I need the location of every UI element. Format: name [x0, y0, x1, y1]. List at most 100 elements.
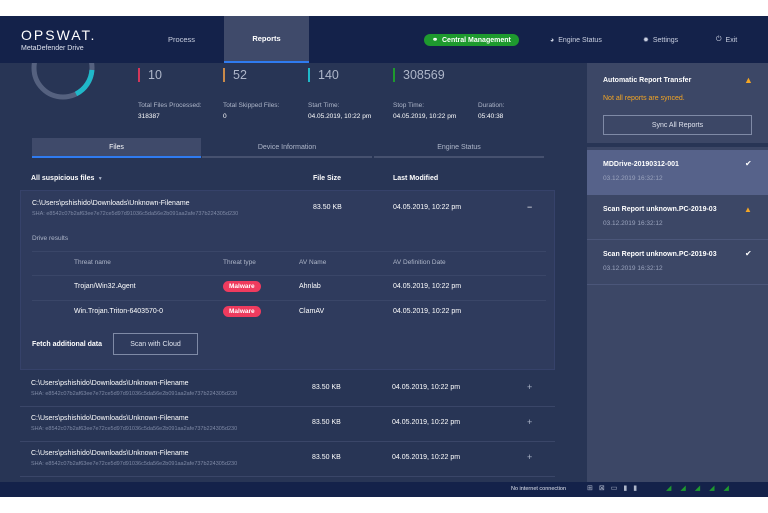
file-modified: 04.05.2019, 10:22 pm: [392, 384, 461, 391]
file-size: 83.50 KB: [312, 454, 341, 461]
report-sidebar: Automatic Report Transfer ▲ Not all repo…: [587, 63, 768, 482]
av-date: 04.05.2019, 10:22 pm: [393, 283, 462, 290]
settings-label: Settings: [652, 36, 679, 44]
divider: [32, 275, 546, 276]
tab-files[interactable]: Files: [32, 138, 201, 158]
stat-count-green: 308569: [393, 68, 445, 82]
report-item[interactable]: Scan Report unknown.PC-2019-03 03.12.201…: [587, 240, 768, 285]
device-status-icons: ⊞⊠▭▮▮: [587, 485, 644, 492]
report-date: 03.12.2019 16:32:12: [603, 220, 663, 227]
gauge-icon: ◕: [550, 36, 555, 44]
engine-status-button[interactable]: ◕ Engine Status: [550, 34, 602, 46]
warning-icon: ▲: [744, 75, 753, 85]
column-last-modified[interactable]: Last Modified: [393, 175, 438, 182]
file-row[interactable]: C:\Users\pshishido\Downloads\Unknown-Fil…: [20, 372, 555, 407]
stat-count-orange: 52: [223, 68, 247, 82]
threat-name: Trojan/Win32.Agent: [74, 283, 136, 290]
file-sha: SHA: e8542c07b2af63ee7e72ce5d97d91036c5d…: [31, 461, 238, 467]
report-name: MDDrive-20190312-001: [603, 161, 679, 168]
skipped-label: Total Skipped Files:: [223, 102, 280, 109]
connection-status: No internet connection: [511, 486, 567, 492]
exit-button[interactable]: ⏻ Exit: [716, 34, 737, 46]
caret-down-icon: ▼: [96, 176, 103, 182]
file-sha: SHA: e8542c07b2af63ee7e72ce5d97d91036c5d…: [31, 391, 238, 397]
exit-label: Exit: [725, 36, 738, 44]
summary-donut: [31, 63, 95, 100]
expand-button[interactable]: +: [527, 452, 532, 462]
product-name: MetaDefender Drive: [21, 45, 84, 52]
warning-icon: ▲: [744, 205, 752, 214]
file-row-expanded: C:\Users\pshishido\Downloads\Unknown-Fil…: [20, 190, 555, 370]
start-time-value: 04.05.2019, 10:22 pm: [308, 113, 372, 120]
central-management-label: Central Management: [442, 36, 511, 44]
report-item-selected[interactable]: MDDrive-20190312-001 03.12.2019 16:32:12…: [587, 150, 768, 195]
tab-engine-status[interactable]: Engine Status: [374, 138, 544, 158]
report-name: Scan Report unknown.PC-2019-03: [603, 251, 717, 258]
total-files-value: 318387: [138, 113, 160, 120]
opswat-logo: OPSWAT.: [21, 27, 97, 43]
main-content: 10 52 140 308569 Total Files Processed: …: [0, 63, 587, 482]
fetch-additional-label: Fetch additional data: [32, 341, 103, 348]
av-name-header: AV Name: [299, 259, 327, 266]
stop-time-label: Stop Time:: [393, 102, 425, 109]
threat-name-header: Threat name: [74, 259, 111, 266]
expand-button[interactable]: +: [527, 417, 532, 427]
file-size: 83.50 KB: [313, 204, 342, 211]
file-row[interactable]: C:\Users\pshishido\Downloads\Unknown-Fil…: [20, 442, 555, 477]
file-path: C:\Users\pshishido\Downloads\Unknown-Fil…: [31, 450, 189, 457]
report-item[interactable]: Scan Report unknown.PC-2019-03 03.12.201…: [587, 195, 768, 240]
transfer-title: Automatic Report Transfer: [603, 77, 692, 84]
status-bar: No internet connection ⊞⊠▭▮▮ ◢◢◢◢◢: [0, 482, 768, 497]
link-icon: ⚭: [432, 37, 438, 44]
file-size: 83.50 KB: [312, 419, 341, 426]
central-management-button[interactable]: ⚭ Central Management: [424, 34, 519, 46]
top-bar: OPSWAT. MetaDefender Drive Process Repor…: [0, 16, 768, 63]
report-name: Scan Report unknown.PC-2019-03: [603, 206, 717, 213]
column-file-size[interactable]: File Size: [313, 175, 341, 182]
divider: [32, 251, 546, 252]
av-date-header: AV Definition Date: [393, 259, 446, 266]
start-time-label: Start Time:: [308, 102, 340, 109]
divider: [587, 143, 768, 147]
sync-warning: Not all reports are synced.: [603, 95, 685, 102]
check-icon: ✔: [745, 249, 752, 258]
total-files-label: Total Files Processed:: [138, 102, 202, 109]
sync-all-reports-button[interactable]: Sync All Reports: [603, 115, 752, 135]
malware-badge: Malware: [223, 281, 261, 292]
file-path: C:\Users\pshishido\Downloads\Unknown-Fil…: [31, 380, 189, 387]
file-modified: 04.05.2019, 10:22 pm: [392, 454, 461, 461]
gear-icon: ✹: [643, 37, 649, 44]
nav-reports[interactable]: Reports: [224, 16, 309, 63]
file-path: C:\Users\pshishido\Downloads\Unknown-Fil…: [32, 200, 190, 207]
power-icon: ⏻: [716, 36, 722, 43]
tab-device-information[interactable]: Device Information: [202, 138, 372, 158]
report-date: 03.12.2019 16:32:12: [603, 175, 663, 182]
nav-process[interactable]: Process: [139, 16, 224, 63]
stat-count-cyan: 140: [308, 68, 339, 82]
file-path: C:\Users\pshishido\Downloads\Unknown-Fil…: [31, 415, 189, 422]
file-sha: SHA: e8542c07b2af63ee7e72ce5d97d91036c5d…: [32, 211, 239, 217]
av-date: 04.05.2019, 10:22 pm: [393, 308, 462, 315]
file-row[interactable]: C:\Users\pshishido\Downloads\Unknown-Fil…: [20, 407, 555, 442]
filter-label: All suspicious files: [31, 175, 95, 182]
threat-type-header: Threat type: [223, 259, 256, 266]
stop-time-value: 04.05.2019, 10:22 pm: [393, 113, 457, 120]
filter-dropdown[interactable]: All suspicious files ▼: [31, 175, 103, 182]
av-name: Ahnlab: [299, 283, 321, 290]
signal-strength-icons: ◢◢◢◢◢: [666, 485, 738, 492]
check-icon: ✔: [745, 159, 752, 168]
scan-with-cloud-button[interactable]: Scan with Cloud: [113, 333, 198, 355]
duration-value: 05:40:38: [478, 113, 504, 120]
drive-results-title: Drive results: [32, 235, 69, 242]
collapse-button[interactable]: −: [527, 202, 532, 212]
settings-button[interactable]: ✹ Settings: [643, 34, 678, 46]
stat-count-red: 10: [138, 68, 162, 82]
file-modified: 04.05.2019, 10:22 pm: [393, 204, 462, 211]
file-sha: SHA: e8542c07b2af63ee7e72ce5d97d91036c5d…: [31, 426, 238, 432]
skipped-value: 0: [223, 113, 227, 120]
threat-name: Win.Trojan.Triton-6403570-0: [74, 308, 163, 315]
expand-button[interactable]: +: [527, 382, 532, 392]
duration-label: Duration:: [478, 102, 505, 109]
file-size: 83.50 KB: [312, 384, 341, 391]
engine-status-label: Engine Status: [558, 36, 602, 44]
